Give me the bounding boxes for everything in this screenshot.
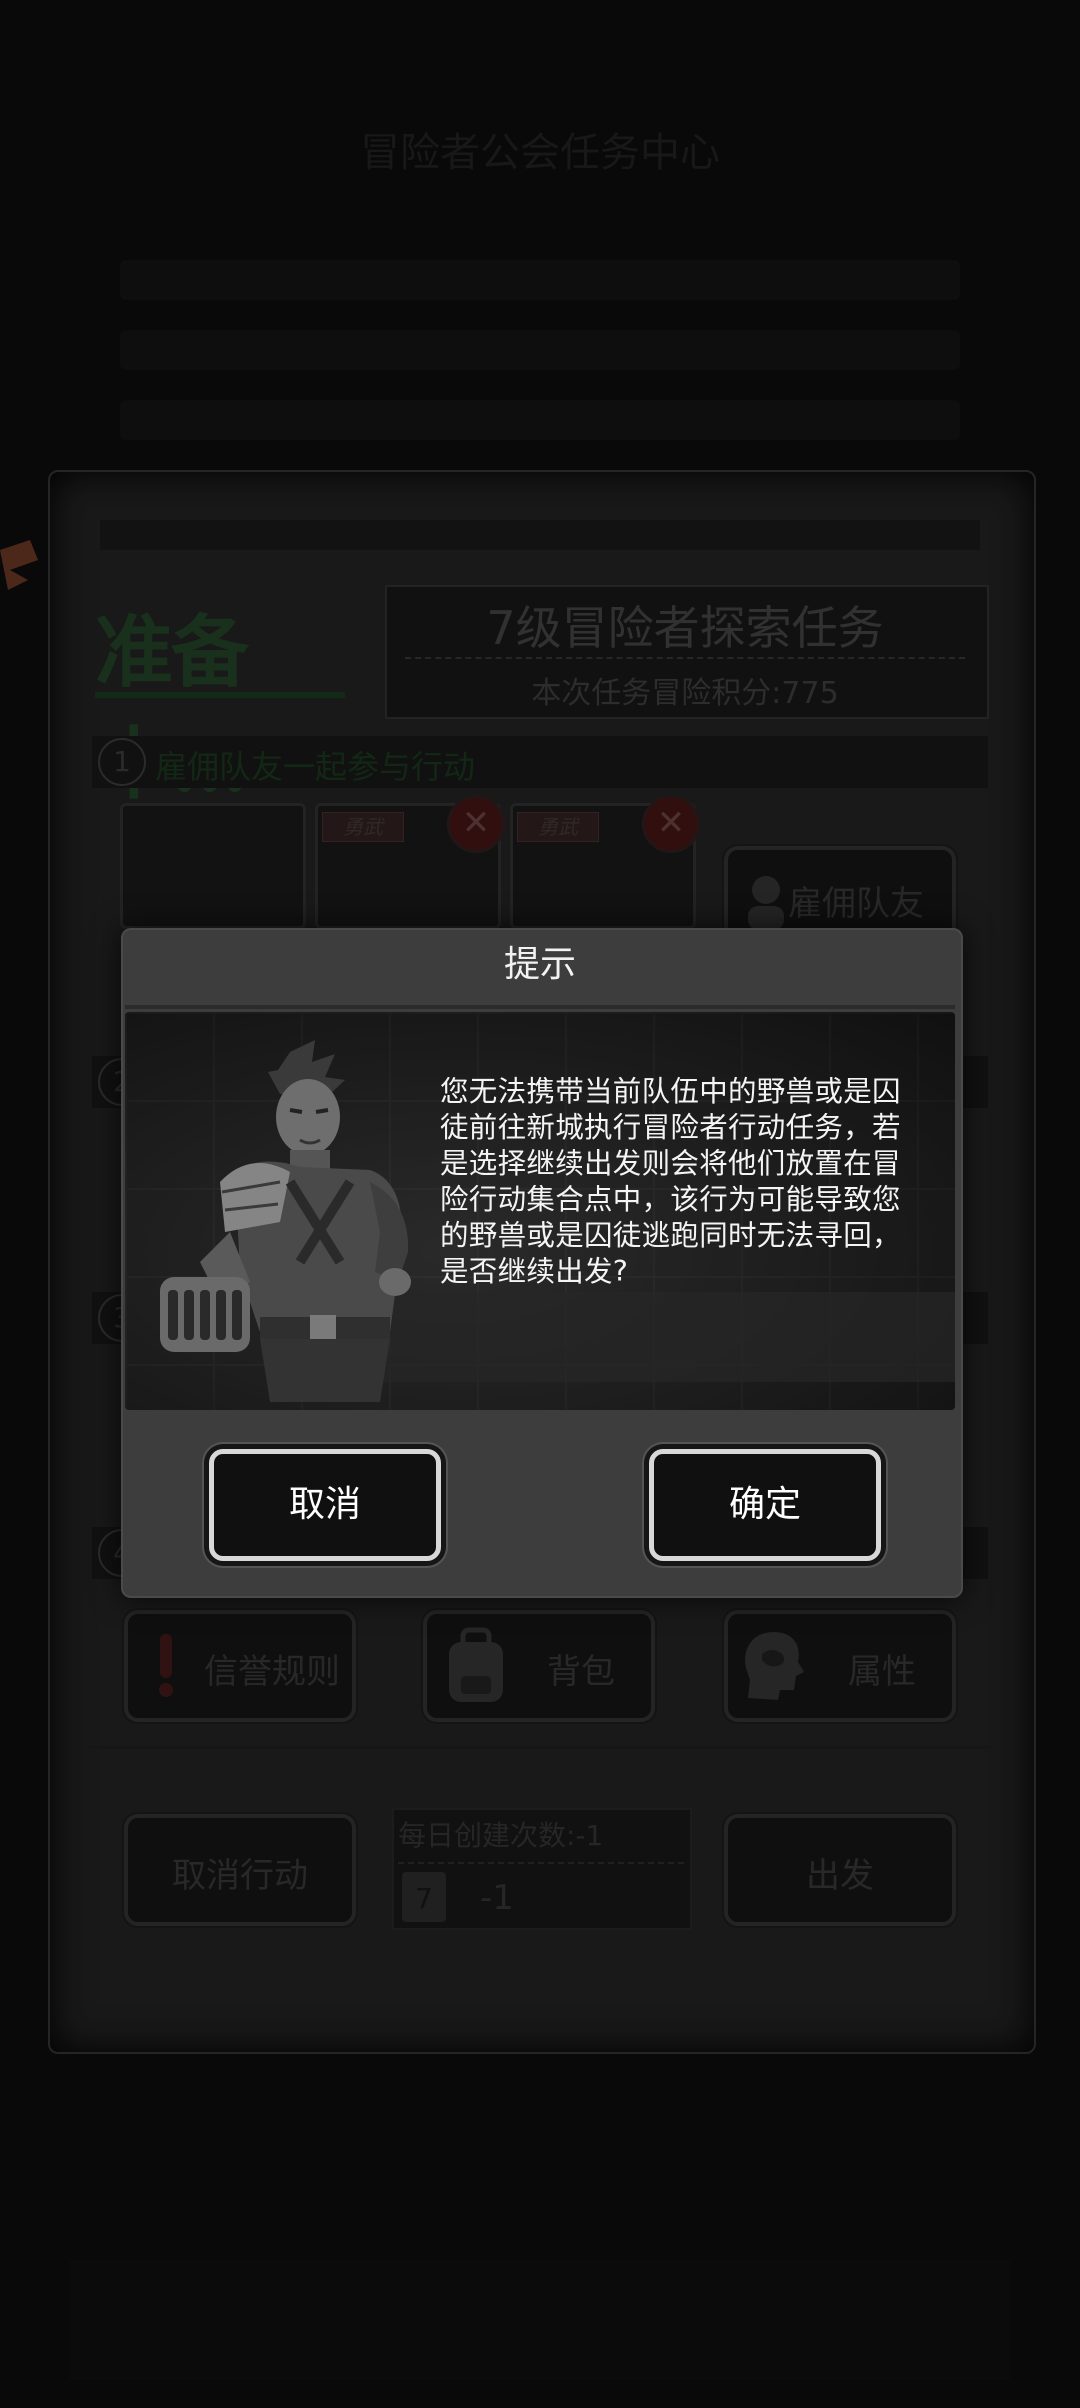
cancel-button[interactable]: 取消 bbox=[209, 1449, 441, 1561]
confirm-button[interactable]: 确定 bbox=[649, 1449, 881, 1561]
armored-character-illustration bbox=[160, 1040, 411, 1402]
dialog-divider bbox=[125, 1005, 955, 1009]
dialog-title: 提示 bbox=[503, 944, 576, 985]
cancel-button-label: 取消 bbox=[288, 1484, 361, 1525]
confirm-button-label: 确定 bbox=[728, 1484, 801, 1525]
dialog-message: 您无法携带当前队伍中的野兽或是囚徒前往新城执行冒险者行动任务，若是选择继续出发则… bbox=[440, 1075, 901, 1288]
